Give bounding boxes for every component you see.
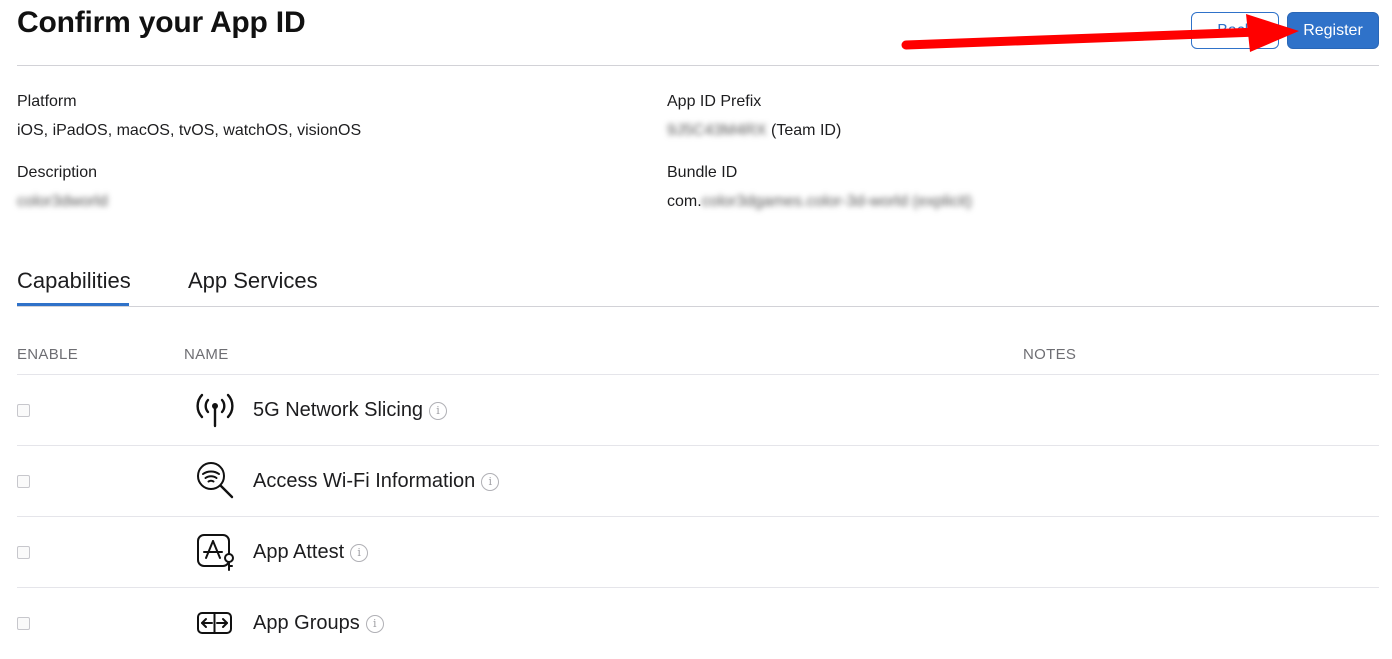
info-icon[interactable]: i — [481, 473, 500, 491]
header-divider — [17, 65, 1379, 66]
capability-label: App Groups — [253, 612, 360, 634]
capability-name: 5G Network Slicing i — [253, 399, 448, 422]
capability-name: App Attest i — [253, 541, 369, 564]
capability-label: 5G Network Slicing — [253, 399, 424, 421]
column-header-enable: ENABLE — [17, 346, 78, 363]
bundle-id-value: com.color3dgames.color-3d-world (explici… — [667, 193, 972, 211]
bundle-id-redacted: color3dgames.color-3d-world (explicit) — [701, 193, 972, 210]
enable-checkbox-app-groups[interactable] — [17, 617, 30, 630]
app-attest-key-icon — [193, 531, 237, 573]
wifi-search-icon — [193, 460, 237, 502]
column-header-name: NAME — [184, 346, 229, 363]
app-id-prefix-label: App ID Prefix — [667, 93, 762, 110]
platform-value: iOS, iPadOS, macOS, tvOS, watchOS, visio… — [17, 122, 362, 139]
capability-label: Access Wi-Fi Information — [253, 470, 476, 492]
platform-label: Platform — [17, 93, 77, 110]
capability-label: App Attest — [253, 541, 345, 563]
bundle-id-prefix: com. — [667, 193, 702, 210]
team-id-suffix: (Team ID) — [766, 122, 842, 139]
description-redacted: color3dworld — [17, 193, 108, 210]
tab-app-services[interactable]: App Services — [188, 268, 318, 294]
column-header-notes: NOTES — [1023, 346, 1077, 363]
enable-checkbox-access-wifi-information[interactable] — [17, 475, 30, 488]
info-icon[interactable]: i — [365, 615, 384, 633]
antenna-signal-icon — [193, 389, 237, 431]
bundle-id-label: Bundle ID — [667, 164, 738, 181]
tabs-divider — [17, 306, 1379, 307]
capability-name: App Groups i — [253, 612, 384, 635]
team-id-redacted: 9J5C43M4RX — [667, 122, 767, 139]
info-icon[interactable]: i — [350, 544, 369, 562]
tab-capabilities[interactable]: Capabilities — [17, 268, 131, 294]
info-icon[interactable]: i — [429, 402, 448, 420]
table-row: 5G Network Slicing i — [17, 375, 1379, 446]
enable-checkbox-5g-network-slicing[interactable] — [17, 404, 30, 417]
capability-name: Access Wi-Fi Information i — [253, 470, 500, 493]
table-row: App Attest i — [17, 517, 1379, 588]
app-groups-arrows-icon — [193, 602, 237, 644]
page-title: Confirm your App ID — [17, 6, 306, 39]
description-value: color3dworld — [17, 193, 108, 211]
active-tab-indicator — [17, 303, 129, 306]
enable-checkbox-app-attest[interactable] — [17, 546, 30, 559]
back-button[interactable]: Back — [1191, 12, 1279, 49]
description-label: Description — [17, 164, 98, 181]
register-button[interactable]: Register — [1287, 12, 1379, 49]
table-row: Access Wi-Fi Information i — [17, 446, 1379, 517]
app-id-prefix-value: 9J5C43M4RX (Team ID) — [667, 122, 841, 140]
table-row: App Groups i — [17, 588, 1379, 659]
